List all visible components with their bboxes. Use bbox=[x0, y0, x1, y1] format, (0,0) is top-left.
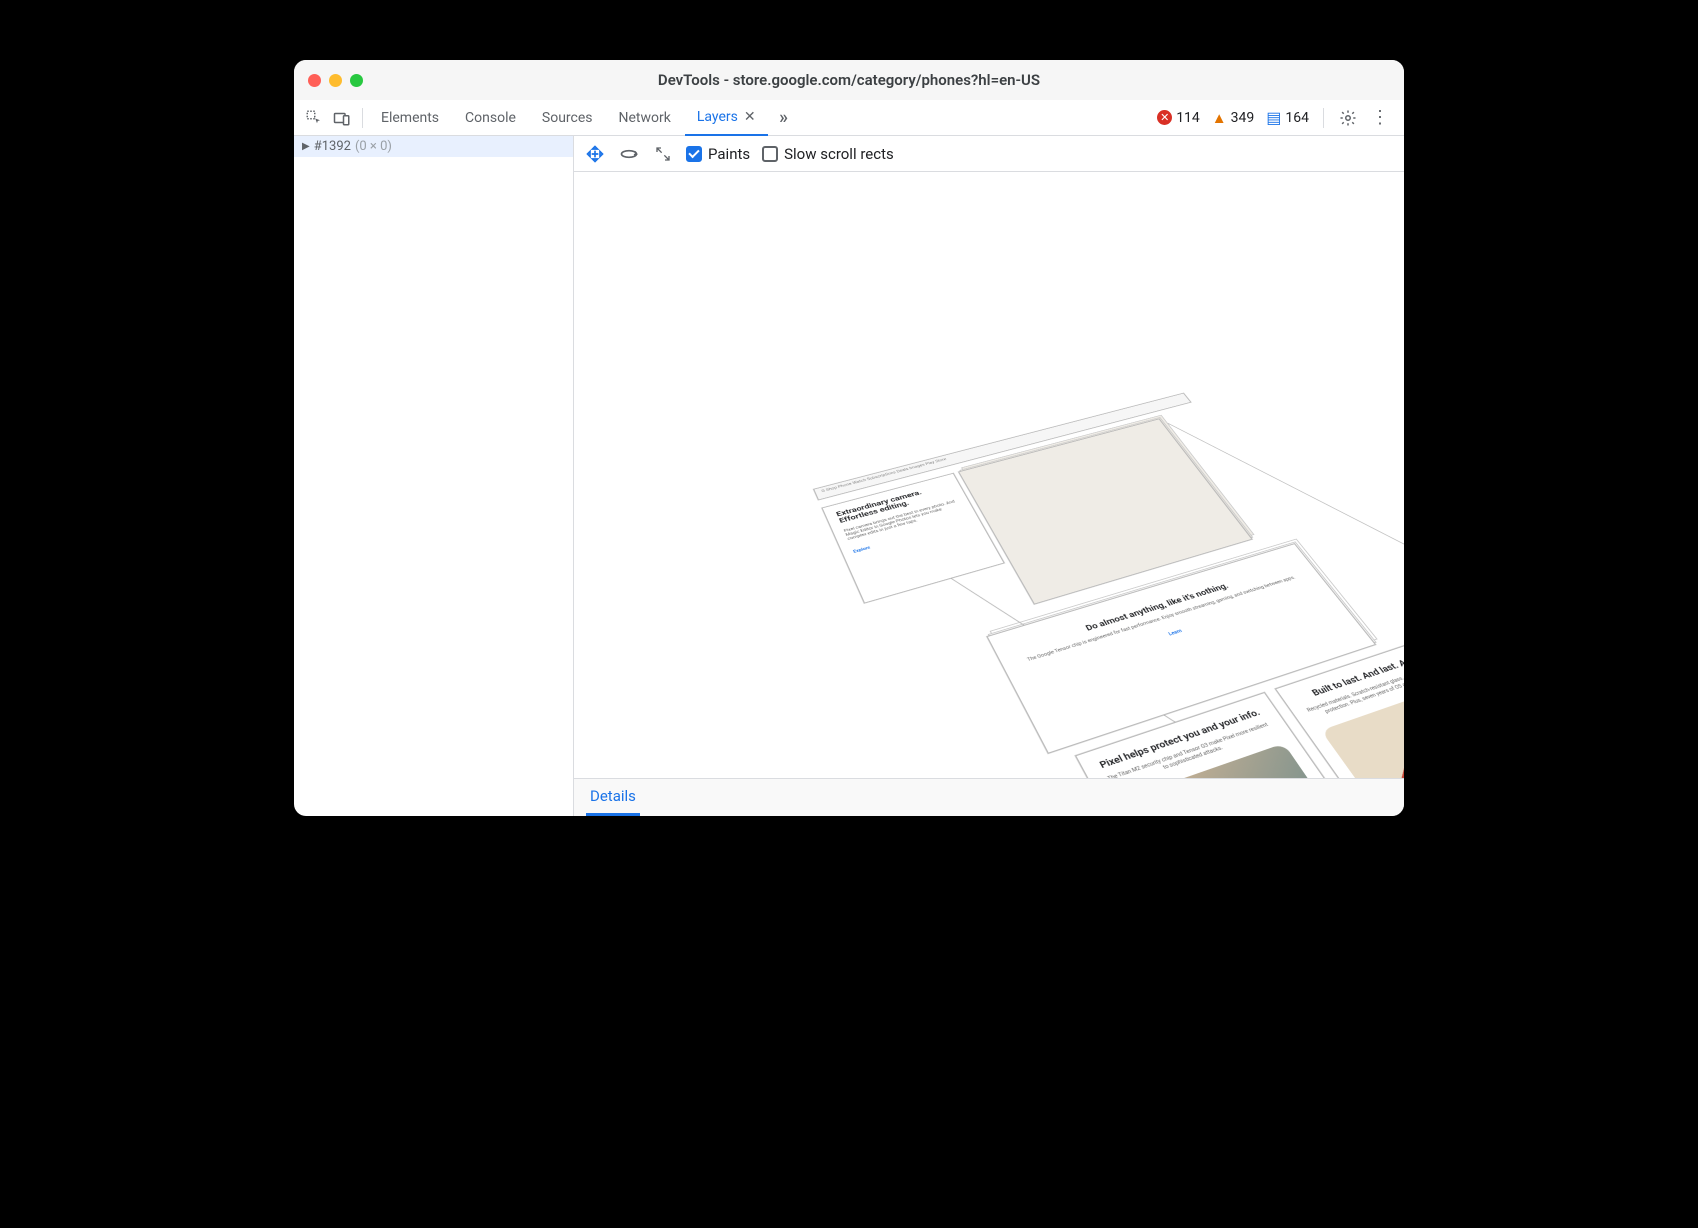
panel-tabs: Elements Console Sources Network Layers … bbox=[369, 100, 1153, 136]
tab-sources[interactable]: Sources bbox=[530, 100, 605, 136]
details-tab[interactable]: Details bbox=[586, 779, 640, 816]
main-toolbar: Elements Console Sources Network Layers … bbox=[294, 100, 1404, 136]
devtools-window: DevTools - store.google.com/category/pho… bbox=[294, 60, 1404, 816]
band-link: Learn bbox=[1167, 628, 1183, 637]
expand-icon[interactable]: ▶ bbox=[302, 141, 310, 152]
warning-icon: ▲ bbox=[1212, 109, 1227, 127]
layers-3d-view[interactable]: G Shop Phone Watch Subscriptions Deals I… bbox=[574, 172, 1404, 778]
inspect-element-icon[interactable] bbox=[300, 104, 328, 132]
layers-tree[interactable]: ▶ #1392 (0 × 0) bbox=[294, 136, 574, 816]
toolbar-separator bbox=[1323, 108, 1324, 128]
tree-node-dims: (0 × 0) bbox=[355, 139, 392, 154]
reset-view-icon[interactable] bbox=[652, 143, 674, 165]
checkbox-icon bbox=[686, 146, 702, 162]
window-controls bbox=[308, 74, 363, 87]
slow-scroll-label: Slow scroll rects bbox=[784, 145, 894, 163]
checkbox-icon bbox=[762, 146, 778, 162]
warnings-count[interactable]: ▲ 349 bbox=[1208, 109, 1258, 127]
message-icon: ▤ bbox=[1266, 108, 1281, 127]
error-icon: ✕ bbox=[1157, 110, 1172, 125]
rotate-mode-icon[interactable] bbox=[618, 143, 640, 165]
zoom-window-button[interactable] bbox=[350, 74, 363, 87]
tab-console[interactable]: Console bbox=[453, 100, 528, 136]
more-menu-icon[interactable]: ⋮ bbox=[1366, 104, 1394, 132]
close-tab-icon[interactable]: ✕ bbox=[744, 109, 756, 125]
slow-scroll-checkbox[interactable]: Slow scroll rects bbox=[762, 145, 894, 163]
window-title: DevTools - store.google.com/category/pho… bbox=[294, 71, 1404, 89]
details-pane: Details bbox=[574, 778, 1404, 816]
layers-toolbar: Paints Slow scroll rects bbox=[574, 136, 1404, 172]
messages-count[interactable]: ▤ 164 bbox=[1262, 108, 1313, 127]
tab-layers[interactable]: Layers ✕ bbox=[685, 100, 768, 136]
pan-mode-icon[interactable] bbox=[584, 143, 606, 165]
toolbar-separator bbox=[362, 108, 363, 128]
device-toolbar-icon[interactable] bbox=[328, 104, 356, 132]
layers-scene: G Shop Phone Watch Subscriptions Deals I… bbox=[813, 392, 1184, 488]
tab-elements[interactable]: Elements bbox=[369, 100, 451, 136]
minimize-window-button[interactable] bbox=[329, 74, 342, 87]
more-tabs-icon[interactable]: » bbox=[770, 104, 798, 132]
errors-count[interactable]: ✕ 114 bbox=[1153, 110, 1204, 126]
paints-checkbox[interactable]: Paints bbox=[686, 145, 750, 163]
hero-link: Explore bbox=[852, 546, 871, 555]
panel-body: ▶ #1392 (0 × 0) bbox=[294, 136, 1404, 816]
layers-content: Paints Slow scroll rects G Shop Phone Wa… bbox=[574, 136, 1404, 816]
page-root-layer: G Shop Phone Watch Subscriptions Deals I… bbox=[813, 392, 1184, 488]
settings-icon[interactable] bbox=[1334, 104, 1362, 132]
window-titlebar: DevTools - store.google.com/category/pho… bbox=[294, 60, 1404, 100]
status-area: ✕ 114 ▲ 349 ▤ 164 ⋮ bbox=[1153, 104, 1398, 132]
close-window-button[interactable] bbox=[308, 74, 321, 87]
tab-network[interactable]: Network bbox=[607, 100, 683, 136]
tree-node-id: #1392 bbox=[314, 139, 351, 154]
paints-label: Paints bbox=[708, 145, 750, 163]
tab-layers-label: Layers bbox=[697, 109, 738, 125]
tree-node[interactable]: ▶ #1392 (0 × 0) bbox=[294, 136, 573, 157]
